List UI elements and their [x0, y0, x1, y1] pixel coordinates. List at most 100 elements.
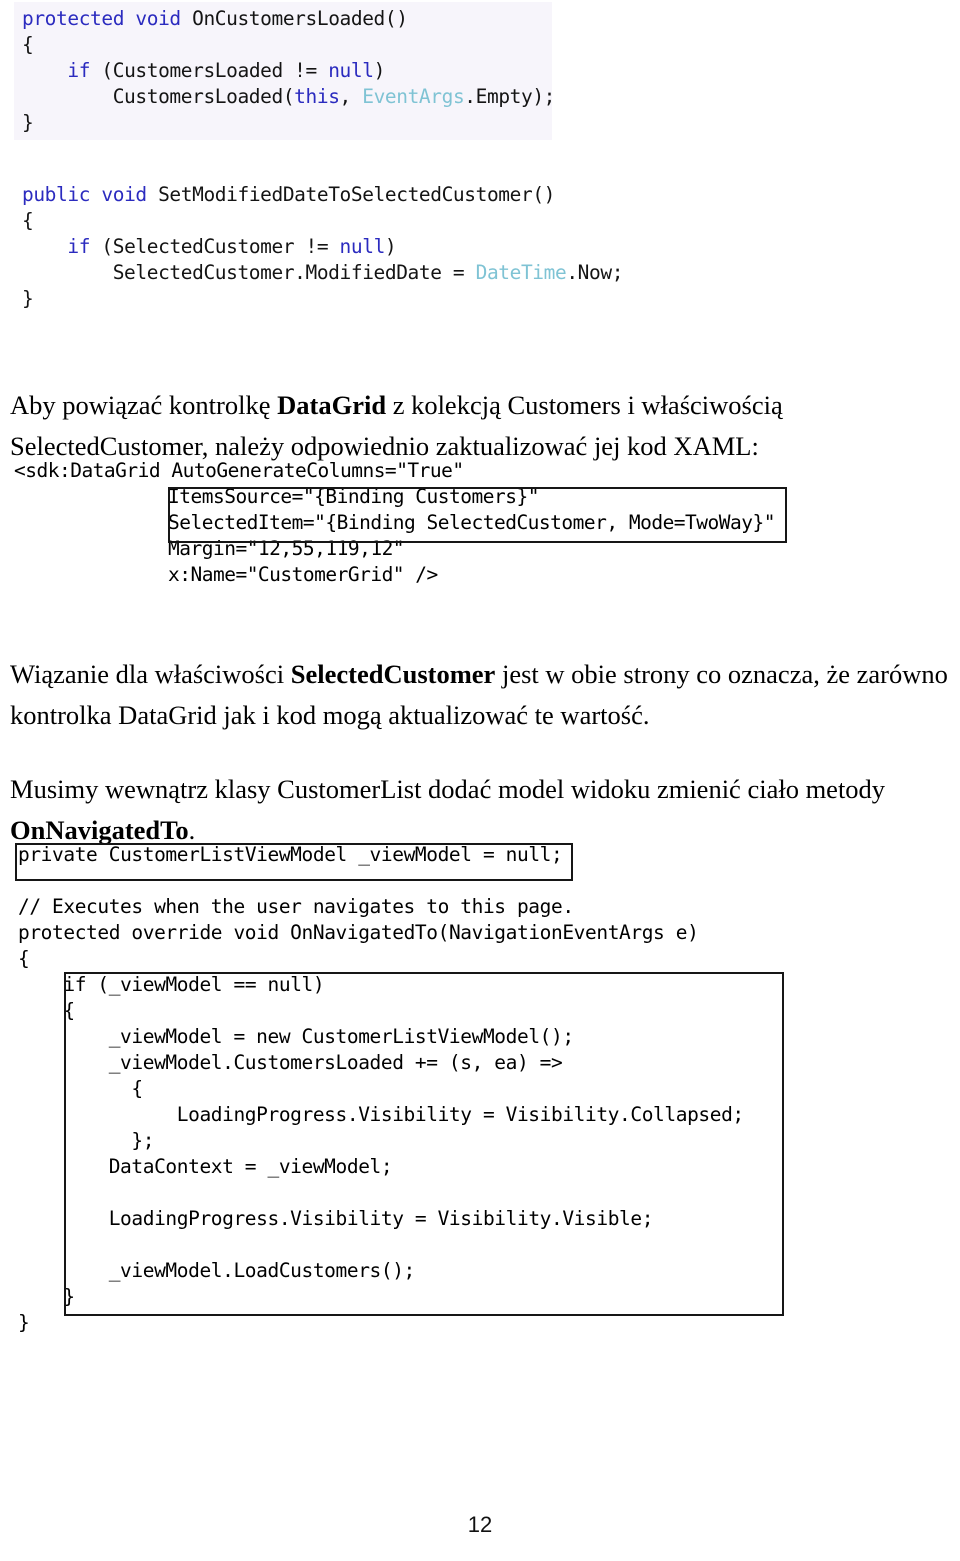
code-line: Margin="12,55,119,12": [14, 536, 775, 562]
code-token: ItemsSource=: [168, 485, 303, 508]
code-token: AutoGenerateColumns=: [171, 459, 397, 482]
code-line: SelectedItem="{Binding SelectedCustomer,…: [14, 510, 775, 536]
code-token: {: [18, 999, 75, 1022]
code-line: {: [14, 32, 552, 58]
code-line: }: [18, 1310, 744, 1336]
code-block-on-navigated-to: private CustomerListViewModel _viewModel…: [18, 842, 744, 1336]
code-token: ,: [339, 85, 363, 108]
code-token: private: [18, 843, 109, 866]
code-token: {: [18, 1077, 143, 1100]
code-line: DataContext = _viewModel;: [18, 1154, 744, 1180]
paragraph-1-text-a: Aby powiązać kontrolkę: [10, 389, 278, 420]
code-token: // Executes when the user navigates to t…: [18, 895, 574, 918]
code-token: };: [18, 1129, 155, 1152]
code-token: .Collapsed;: [619, 1103, 744, 1126]
code-line: }: [18, 1284, 744, 1310]
code-line: if (SelectedCustomer != null): [14, 234, 634, 260]
code-line: ItemsSource="{Binding Customers}": [14, 484, 775, 510]
code-token: "{Binding SelectedCustomer, Mode=TwoWay}…: [314, 511, 775, 534]
code-token: (SelectedCustomer !=: [101, 235, 340, 258]
code-token: e): [664, 921, 699, 944]
code-token: OnCustomersLoaded(): [192, 7, 408, 30]
code-token: .Visible;: [551, 1207, 654, 1230]
code-token: Margin=: [168, 537, 247, 560]
code-token: null: [339, 235, 386, 258]
code-line: _viewModel.LoadCustomers();: [18, 1258, 744, 1284]
code-line: _viewModel.CustomersLoaded += (s, ea) =>: [18, 1050, 744, 1076]
code-token: (_viewModel ==: [97, 973, 268, 996]
code-token: CustomerListViewModel: [301, 1025, 541, 1048]
code-token: void: [101, 183, 159, 206]
code-token: DateTime: [475, 261, 567, 284]
code-line: }: [14, 110, 552, 136]
code-token: <sdk:DataGrid: [14, 459, 172, 482]
paragraph-2-text-a: Wiązanie dla właściwości: [10, 658, 291, 689]
code-line: protected void OnCustomersLoaded(): [14, 6, 552, 32]
code-line: LoadingProgress.Visibility = Visibility.…: [18, 1102, 744, 1128]
code-token: ();: [539, 1025, 574, 1048]
code-token: protected override void: [18, 921, 291, 944]
code-token: "{Binding Customers}": [302, 485, 540, 508]
code-token: ): [384, 235, 397, 258]
page-number: 12: [467, 1512, 493, 1537]
code-token: _viewModel =: [18, 1025, 257, 1048]
code-token: SetModifiedDateToSelectedCustomer(): [158, 183, 555, 206]
paragraph-2-bold-selectedcustomer: SelectedCustomer: [290, 658, 496, 689]
code-token: "True": [396, 459, 464, 482]
code-line: private CustomerListViewModel _viewModel…: [18, 842, 744, 868]
code-line: LoadingProgress.Visibility = Visibility.…: [18, 1206, 744, 1232]
code-line: if (CustomersLoaded != null): [14, 58, 552, 84]
code-line: };: [18, 1128, 744, 1154]
code-token: Visibility: [437, 1207, 552, 1230]
code-token: _viewModel.LoadCustomers();: [18, 1259, 416, 1282]
code-token: x:Name=: [168, 563, 247, 586]
code-token: if: [63, 973, 98, 996]
code-token: }: [22, 287, 34, 310]
code-token: ;: [551, 843, 563, 866]
code-token: }: [22, 111, 34, 134]
code-token: Visibility: [505, 1103, 620, 1126]
code-line: }: [14, 286, 634, 312]
code-token: ): [312, 973, 325, 996]
paragraph-3-text-b: .: [188, 814, 196, 845]
code-line: <sdk:DataGrid AutoGenerateColumns="True": [14, 458, 775, 484]
code-line: x:Name="CustomerGrid" />: [14, 562, 775, 588]
xaml-code-block-datagrid: <sdk:DataGrid AutoGenerateColumns="True"…: [14, 458, 775, 588]
code-token: NavigationEventArgs: [448, 921, 665, 944]
code-line: if (_viewModel == null): [18, 972, 744, 998]
code-line: _viewModel = new CustomerListViewModel()…: [18, 1024, 744, 1050]
code-token: {: [18, 947, 30, 970]
paragraph-3-bold-onnavigatedto: OnNavigatedTo: [10, 814, 189, 845]
code-token: }: [18, 1285, 75, 1308]
code-line: {: [18, 1076, 744, 1102]
code-token: LoadingProgress.Visibility =: [18, 1207, 438, 1230]
paragraph-3-text-a: Musimy wewnątrz klasy CustomerList dodać…: [10, 773, 886, 804]
code-token: _viewModel.CustomersLoaded += (s, ea) =>: [18, 1051, 563, 1074]
code-token: .Empty);: [464, 85, 556, 108]
code-token: EventArgs: [362, 85, 465, 108]
code-line: {: [18, 946, 744, 972]
code-token: "12,55,119,12": [246, 537, 405, 560]
code-token: if: [67, 235, 102, 258]
code-token: protected: [22, 7, 136, 30]
code-token: "CustomerGrid": [246, 563, 416, 586]
code-line: {: [14, 208, 634, 234]
code-token: OnNavigatedTo(: [290, 921, 449, 944]
paragraph-1-bold-datagrid: DataGrid: [277, 389, 387, 420]
code-token: CustomersLoaded(: [22, 85, 295, 108]
code-line: SelectedCustomer.ModifiedDate = DateTime…: [14, 260, 634, 286]
code-token: this: [294, 85, 340, 108]
code-token: CustomerListViewModel: [108, 843, 348, 866]
code-token: new: [256, 1025, 302, 1048]
code-line: {: [18, 998, 744, 1024]
code-token: _viewModel =: [346, 843, 506, 866]
code-token: ): [373, 59, 386, 82]
code-token: />: [415, 563, 438, 586]
code-token: {: [22, 209, 34, 232]
code-token: (CustomersLoaded !=: [101, 59, 329, 82]
code-token: null: [328, 59, 374, 82]
